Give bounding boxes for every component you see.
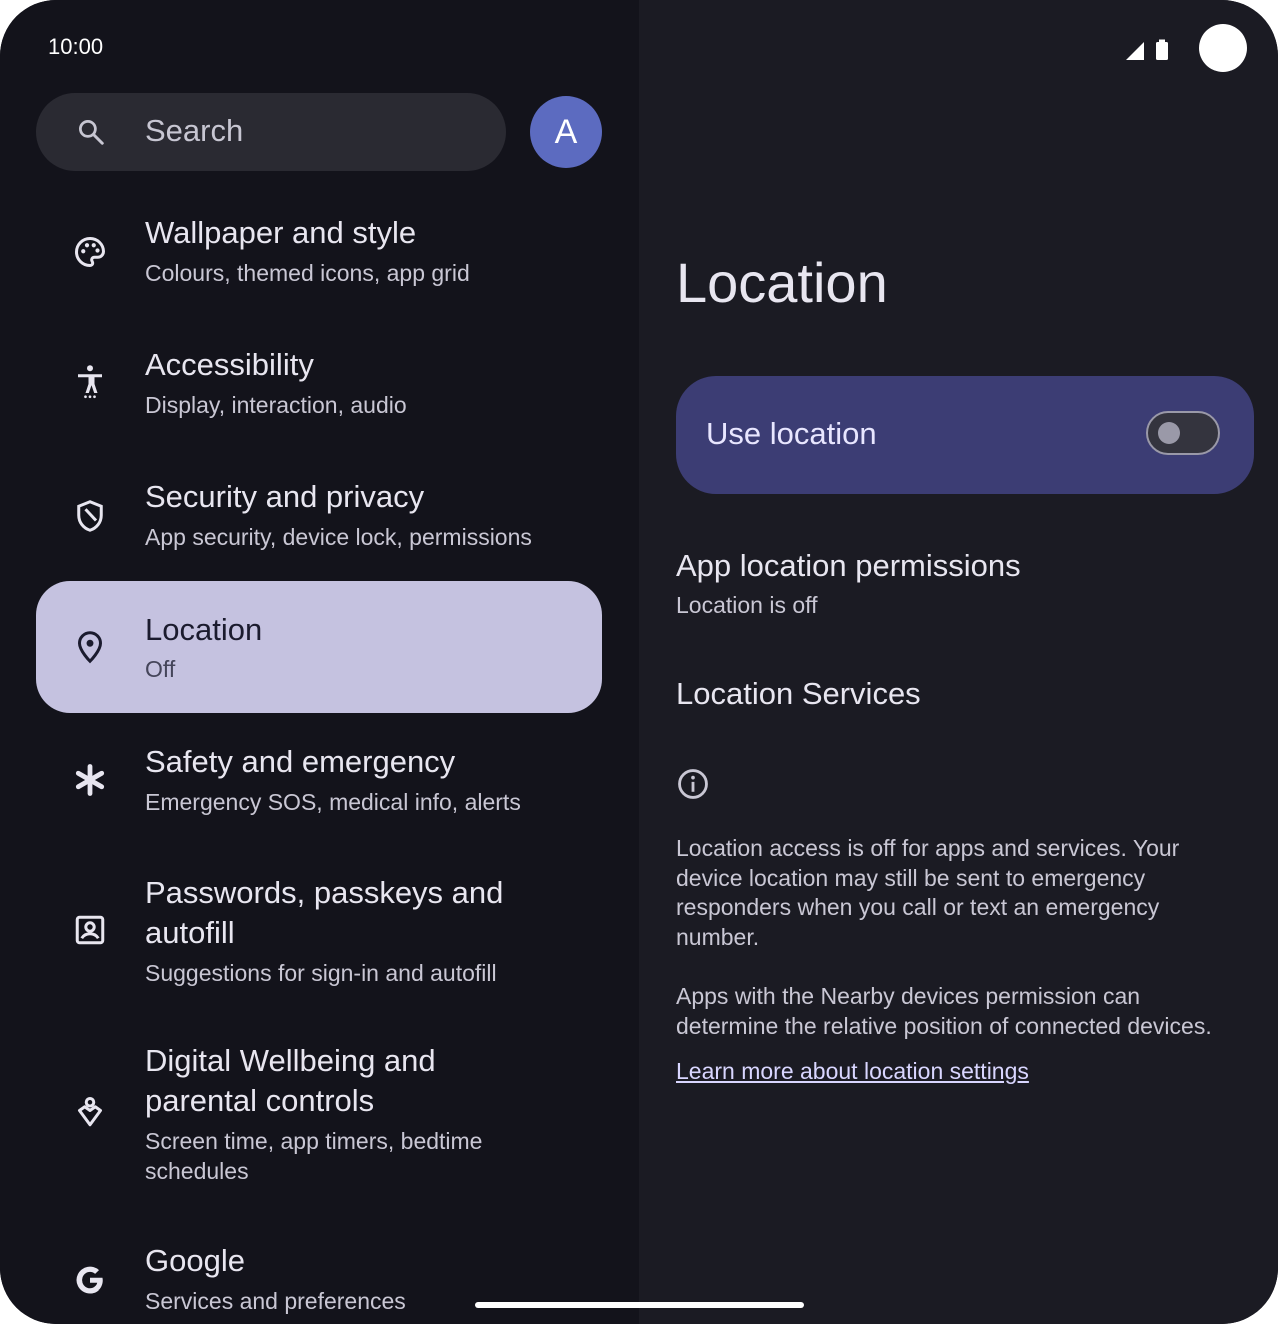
- sidebar-item-title: Passwords, passkeys and: [145, 875, 504, 910]
- sidebar-item-subtitle: Display, interaction, audio: [145, 392, 407, 418]
- location-services-title: Location Services: [676, 676, 921, 711]
- sidebar-item-subtitle: Suggestions for sign-in and autofill: [145, 960, 497, 986]
- signal-icon: [1126, 42, 1144, 60]
- learn-more-link[interactable]: Learn more about location settings: [676, 1058, 1029, 1085]
- search-icon: [79, 120, 104, 145]
- info-line: determine the relative position of conne…: [676, 1012, 1212, 1039]
- sidebar-item-digital-wellbeing[interactable]: Digital Wellbeing and parental controls …: [36, 1028, 602, 1193]
- sidebar-item-title: Wallpaper and style: [145, 215, 417, 250]
- status-time: 10:00: [48, 34, 104, 59]
- info-line: responders when you call or text an emer…: [676, 894, 1160, 920]
- app-location-permissions-subtitle: Location is off: [676, 592, 818, 618]
- sidebar-item-subtitle: Colours, themed icons, app grid: [145, 260, 470, 286]
- use-location-toggle[interactable]: [1146, 411, 1220, 455]
- device-screen: 10:00 Search A Wallpaper and style Colou…: [0, 0, 1278, 1324]
- asterisk-icon: [75, 764, 105, 796]
- app-location-permissions-item[interactable]: App location permissions Location is off: [676, 546, 1021, 620]
- sidebar-item-wallpaper[interactable]: Wallpaper and style Colours, themed icon…: [36, 201, 602, 311]
- location-services-item[interactable]: Location Services: [676, 674, 921, 714]
- sidebar-item-subtitle: Emergency SOS, medical info, alerts: [145, 789, 521, 815]
- page-title: Location: [676, 251, 888, 314]
- sidebar-item-subtitle: Services and preferences: [145, 1288, 406, 1314]
- sidebar-item-passwords[interactable]: Passwords, passkeys and autofill Suggest…: [36, 860, 602, 1010]
- info-line: number.: [676, 923, 760, 950]
- info-line: Location access is off for apps and serv…: [676, 835, 1180, 861]
- sidebar-item-security[interactable]: Security and privacy App security, devic…: [36, 465, 602, 575]
- sidebar-item-title: Accessibility: [145, 347, 314, 382]
- sidebar-item-google[interactable]: Google Services and preferences: [36, 1228, 602, 1324]
- sidebar-item-accessibility[interactable]: Accessibility Display, interaction, audi…: [36, 333, 602, 443]
- search-label: Search: [145, 113, 244, 148]
- sidebar-item-title: Safety and emergency: [145, 744, 456, 779]
- palette-icon: [75, 236, 106, 268]
- wellbeing-icon: [78, 1097, 102, 1127]
- location-pin-icon: [77, 631, 103, 664]
- account-box-icon: [75, 915, 105, 945]
- home-indicator[interactable]: [475, 1302, 804, 1308]
- nearby-devices-paragraph: Apps with the Nearby devices permission …: [676, 982, 1256, 1041]
- google-icon: [76, 1266, 103, 1294]
- info-icon: [678, 769, 708, 799]
- sidebar-item-title: Security and privacy: [145, 479, 425, 514]
- sidebar-item-subtitle: App security, device lock, permissions: [145, 524, 532, 550]
- camera-cutout: [1199, 24, 1247, 72]
- toggle-knob: [1158, 422, 1180, 444]
- shield-icon: [77, 500, 103, 532]
- sidebar-item-title: Google: [145, 1243, 245, 1278]
- use-location-label: Use location: [706, 416, 877, 451]
- info-line: device location may still be sent to eme…: [676, 864, 1146, 891]
- sidebar-item-title: Location: [145, 612, 263, 647]
- location-detail-pane: [639, 0, 1278, 1324]
- sidebar-item-title-continued: autofill: [145, 915, 235, 950]
- sidebar-item-safety[interactable]: Safety and emergency Emergency SOS, medi…: [36, 730, 602, 840]
- accessibility-icon: [78, 365, 102, 399]
- info-line: Apps with the Nearby devices permission …: [676, 983, 1141, 1009]
- search-bar[interactable]: Search: [36, 93, 506, 171]
- sidebar-item-location[interactable]: Location Off: [36, 581, 602, 713]
- sidebar-item-subtitle-continued: schedules: [145, 1158, 249, 1184]
- sidebar-item-title-continued: parental controls: [145, 1083, 375, 1118]
- location-info-paragraph: Location access is off for apps and serv…: [676, 834, 1256, 952]
- sidebar-item-subtitle: Off: [145, 656, 176, 682]
- status-icons: [1126, 39, 1168, 60]
- sidebar-item-subtitle: Screen time, app timers, bedtime: [145, 1128, 483, 1154]
- sidebar-item-title: Digital Wellbeing and: [145, 1043, 436, 1078]
- app-location-permissions-title: App location permissions: [676, 548, 1021, 583]
- use-location-switch-row[interactable]: Use location: [676, 376, 1254, 494]
- battery-icon: [1156, 42, 1168, 60]
- avatar[interactable]: A: [530, 96, 602, 168]
- settings-list-pane: 10:00 Search A Wallpaper and style Colou…: [0, 0, 639, 1324]
